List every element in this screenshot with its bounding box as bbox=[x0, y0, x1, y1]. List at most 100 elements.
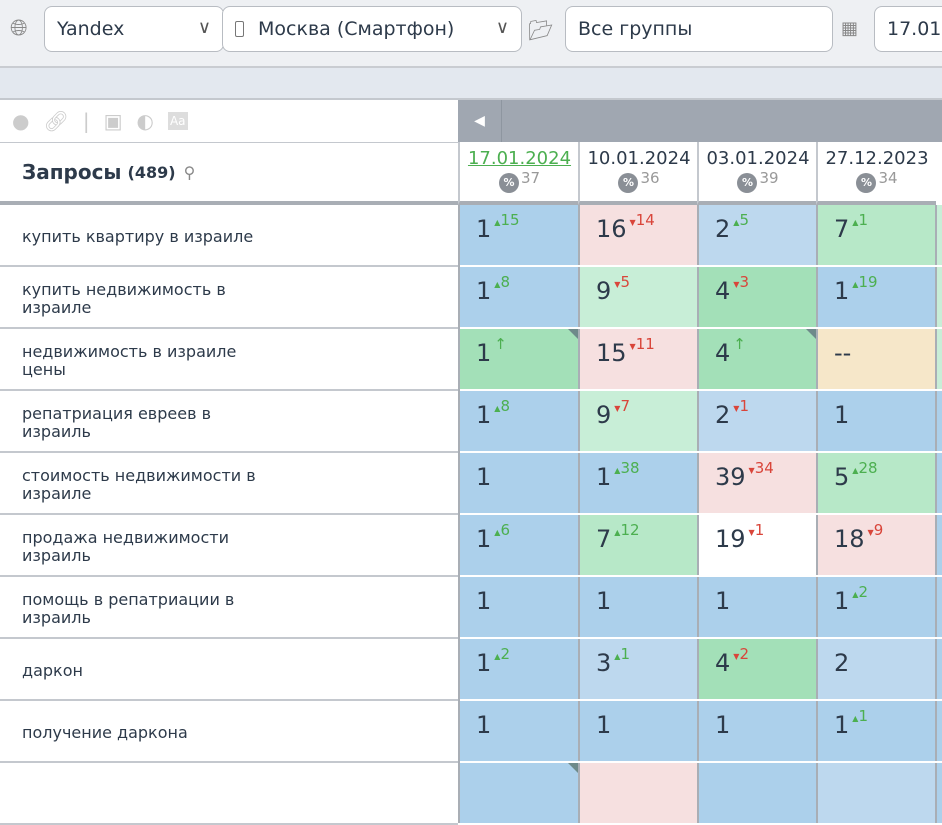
percent-icon[interactable]: % bbox=[499, 173, 519, 193]
query-row[interactable]: даркон bbox=[0, 639, 458, 701]
position-cell[interactable]: 9▼5 bbox=[578, 267, 699, 327]
search-engine-select[interactable]: Yandex∨ bbox=[44, 6, 224, 52]
query-row[interactable]: купить квартиру в израиле bbox=[0, 205, 458, 267]
position-cell[interactable]: 9▼7 bbox=[578, 391, 699, 451]
position-cell[interactable]: 1 bbox=[458, 453, 580, 513]
position-cell[interactable]: 5▲28 bbox=[816, 453, 937, 513]
date-column-header[interactable]: 17.01.2024%37 bbox=[458, 142, 579, 205]
link-icon[interactable]: 🔗︎ bbox=[43, 109, 68, 133]
position-cell[interactable]: 2▲5 bbox=[697, 205, 818, 265]
position-cell[interactable]: 1 bbox=[697, 701, 818, 761]
query-row[interactable]: помощь в репатриации в израиль bbox=[0, 577, 458, 639]
position-cell[interactable]: 15▼11 bbox=[578, 329, 699, 389]
collapse-left-button[interactable]: ◀ bbox=[458, 100, 502, 142]
position-cell[interactable]: 1 bbox=[458, 577, 580, 637]
contrast-icon[interactable]: ◐ bbox=[137, 109, 154, 133]
position-value: 1 bbox=[596, 463, 611, 491]
position-cell[interactable]: 1 bbox=[578, 577, 699, 637]
position-cell[interactable]: 1▲19 bbox=[816, 267, 937, 327]
position-cell[interactable] bbox=[935, 515, 942, 575]
position-value: 1 bbox=[476, 277, 491, 305]
date-column-header[interactable]: 03.01.2024%39 bbox=[697, 142, 817, 205]
position-cell[interactable] bbox=[458, 763, 580, 823]
query-row[interactable]: купить недвижимость в израиле bbox=[0, 267, 458, 329]
font-icon[interactable]: Aa bbox=[168, 112, 188, 130]
position-cell[interactable]: 4▼2 bbox=[697, 639, 818, 699]
position-cell[interactable] bbox=[935, 763, 942, 823]
toggle-icon[interactable]: ● bbox=[12, 109, 29, 133]
position-change: ↑ bbox=[733, 335, 746, 353]
position-cell[interactable]: 1▲38 bbox=[578, 453, 699, 513]
position-cell[interactable]: -- bbox=[816, 329, 937, 389]
position-cell[interactable]: 1 bbox=[697, 577, 818, 637]
position-cell[interactable]: 1▲8 bbox=[458, 267, 580, 327]
position-cell[interactable]: 1 bbox=[578, 701, 699, 761]
position-cell[interactable]: 4▼3 bbox=[697, 267, 818, 327]
position-value: 1 bbox=[834, 401, 849, 429]
position-cell[interactable]: 7▲12 bbox=[578, 515, 699, 575]
position-cell[interactable] bbox=[935, 701, 942, 761]
position-value: 16 bbox=[596, 215, 627, 243]
position-cell[interactable]: 3▲1 bbox=[578, 639, 699, 699]
position-cell[interactable] bbox=[697, 763, 818, 823]
query-row[interactable]: получение даркона bbox=[0, 701, 458, 763]
position-cell[interactable]: 19▼1 bbox=[697, 515, 818, 575]
position-cell[interactable] bbox=[935, 577, 942, 637]
position-change: ▲28 bbox=[852, 459, 877, 477]
position-cell[interactable]: 1▲6 bbox=[458, 515, 580, 575]
query-row[interactable]: недвижимость в израиле цены bbox=[0, 329, 458, 391]
position-cell[interactable]: 1▲1 bbox=[816, 701, 937, 761]
percent-icon[interactable]: % bbox=[737, 173, 757, 193]
group-select[interactable]: Все группы bbox=[565, 6, 833, 52]
position-value: 15 bbox=[596, 339, 627, 367]
position-cell[interactable]: 2▼1 bbox=[697, 391, 818, 451]
position-cell[interactable]: 7▲1 bbox=[816, 205, 937, 265]
position-value: 1 bbox=[476, 339, 491, 367]
percent-icon[interactable]: % bbox=[618, 173, 638, 193]
date-label[interactable]: 10.01.2024 bbox=[580, 148, 698, 169]
position-cell[interactable] bbox=[816, 763, 937, 823]
position-cell[interactable]: 2 bbox=[816, 639, 937, 699]
position-cell[interactable]: 1↑ bbox=[458, 329, 580, 389]
position-cell[interactable] bbox=[935, 453, 942, 513]
position-cell[interactable]: 16▼14 bbox=[578, 205, 699, 265]
date-column-header[interactable]: 10.01.2024%36 bbox=[578, 142, 698, 205]
query-text: купить квартиру в израиле bbox=[22, 228, 253, 246]
date-label[interactable]: 27.12.2023 bbox=[818, 148, 936, 169]
position-change: ▲1 bbox=[852, 211, 868, 229]
chevron-down-icon: ∨ bbox=[198, 17, 211, 38]
position-cell[interactable]: 1▲2 bbox=[458, 639, 580, 699]
position-cell[interactable] bbox=[935, 329, 942, 389]
position-change: ▲2 bbox=[852, 583, 868, 601]
query-row[interactable]: стоимость недвижимости в израиле bbox=[0, 453, 458, 515]
position-value: 4 bbox=[715, 277, 730, 305]
query-row[interactable] bbox=[0, 763, 458, 825]
position-value: 5 bbox=[834, 463, 849, 491]
query-row[interactable]: репатриация евреев в израиль bbox=[0, 391, 458, 453]
query-row[interactable]: продажа недвижимости израиль bbox=[0, 515, 458, 577]
position-cell[interactable] bbox=[578, 763, 699, 823]
window-icon[interactable]: ▣ bbox=[104, 109, 123, 133]
position-cell[interactable]: 1 bbox=[458, 701, 580, 761]
position-cell[interactable]: 18▼9 bbox=[816, 515, 937, 575]
position-value: 39 bbox=[715, 463, 746, 491]
region-select[interactable]: Москва (Смартфон)∨ bbox=[222, 6, 522, 52]
date-label[interactable]: 03.01.2024 bbox=[699, 148, 817, 169]
position-cell[interactable]: 39▼34 bbox=[697, 453, 818, 513]
position-cell[interactable]: 1 bbox=[816, 391, 937, 451]
percent-icon[interactable]: % bbox=[856, 173, 876, 193]
position-cell[interactable]: 1▲2 bbox=[816, 577, 937, 637]
date-select[interactable]: 17.01. bbox=[874, 6, 942, 52]
query-text: репатриация евреев в израиль bbox=[22, 405, 282, 441]
position-value: 1 bbox=[834, 277, 849, 305]
position-cell[interactable] bbox=[935, 267, 942, 327]
date-label[interactable]: 17.01.2024 bbox=[460, 148, 579, 169]
search-icon[interactable]: ⚲ bbox=[184, 163, 196, 182]
position-cell[interactable]: 4↑ bbox=[697, 329, 818, 389]
position-cell[interactable] bbox=[935, 205, 942, 265]
position-cell[interactable] bbox=[935, 639, 942, 699]
date-column-header[interactable]: 27.12.2023%34 bbox=[816, 142, 936, 205]
position-cell[interactable]: 1▲15 bbox=[458, 205, 580, 265]
position-cell[interactable] bbox=[935, 391, 942, 451]
position-cell[interactable]: 1▲8 bbox=[458, 391, 580, 451]
